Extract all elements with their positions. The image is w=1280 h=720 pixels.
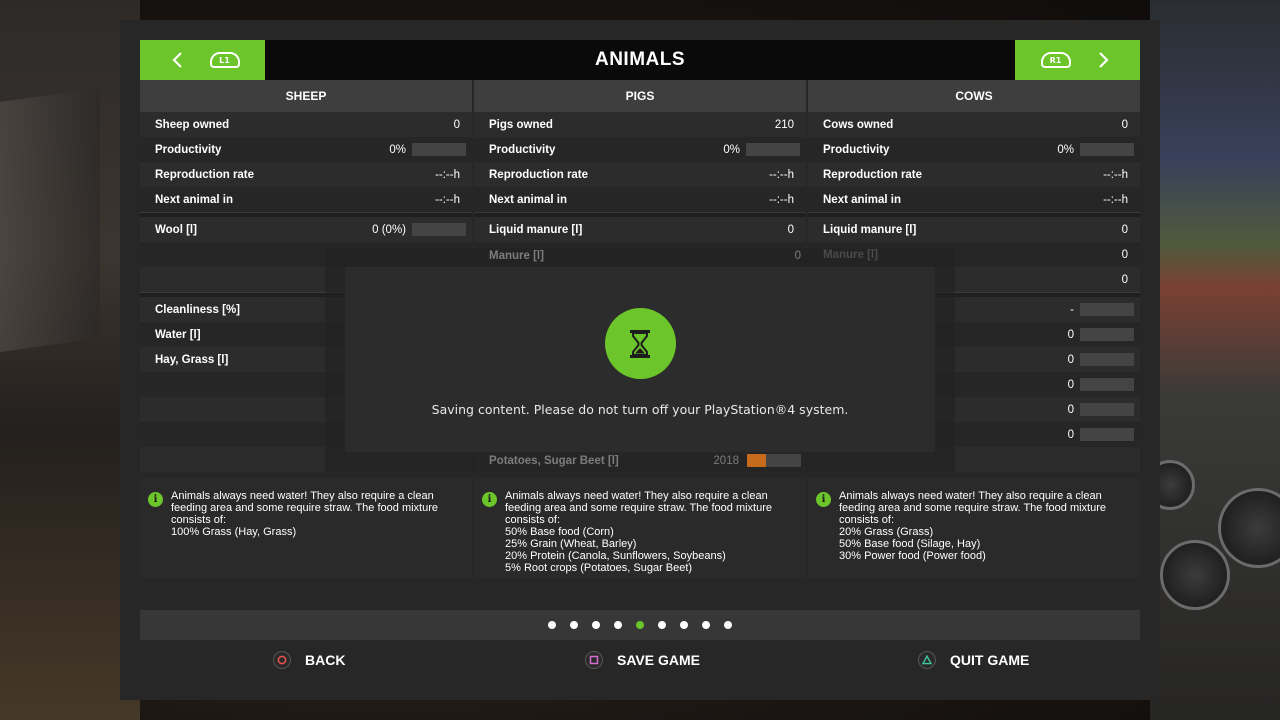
next-animal-row: Next animal in --:--h [140,187,472,212]
progress-bar [412,223,466,236]
progress-bar [1080,378,1134,391]
progress-bar [412,143,466,156]
page-dot[interactable] [702,621,710,629]
chevron-right-icon [1093,49,1115,71]
liquid-manure-row: Liquid manure [l] 0 [808,217,1140,242]
page-dot[interactable] [724,621,732,629]
background-left [0,0,140,720]
page-title: ANIMALS [594,49,686,70]
square-button-icon [585,651,603,669]
cows-owned-row: Cows owned 0 [808,112,1140,137]
page-dot[interactable] [636,621,644,629]
progress-bar [746,143,800,156]
l1-button-icon: L1 [209,52,240,68]
background-right [1145,0,1280,720]
saving-dialog: Saving content. Please do not turn off y… [345,267,935,452]
productivity-row: Productivity 0% [474,137,806,162]
feeding-info: Animals always need water! They also req… [171,490,439,538]
page-dot[interactable] [592,621,600,629]
sheep-owned-row: Sheep owned 0 [140,112,472,137]
liquid-manure-row: Liquid manure [l] 0 [474,217,806,242]
saving-message: Saving content. Please do not turn off y… [431,402,849,417]
header-bar: L1 ANIMALS R1 [140,40,1140,80]
reproduction-rate-row: Reproduction rate --:--h [140,162,472,187]
pigs-owned-row: Pigs owned 210 [474,112,806,137]
info-icon: i [482,492,497,507]
page-dot[interactable] [680,621,688,629]
r1-button-icon: R1 [1040,52,1071,68]
info-panel: i Animals always need water! They also r… [808,478,1140,578]
page-indicator [140,610,1140,640]
progress-bar [1080,303,1134,316]
info-icon: i [148,492,163,507]
quit-game-button[interactable]: QUIT GAME [918,651,1029,669]
save-game-button[interactable]: SAVE GAME [585,651,700,669]
column-header: SHEEP [140,80,472,112]
reproduction-rate-row: Reproduction rate --:--h [808,162,1140,187]
gauge-icon [1218,488,1280,568]
productivity-row: Productivity 0% [808,137,1140,162]
info-panel: i Animals always need water! They also r… [474,478,806,578]
column-header: PIGS [474,80,806,112]
triangle-button-icon [918,651,936,669]
progress-bar [1080,403,1134,416]
progress-bar [1080,143,1134,156]
chevron-left-icon [166,49,188,71]
feeding-info: Animals always need water! They also req… [505,490,773,574]
next-page-button[interactable]: R1 [1015,40,1140,80]
page-dot[interactable] [570,621,578,629]
page-dot[interactable] [658,621,666,629]
progress-bar [1080,328,1134,341]
hourglass-icon [604,308,676,379]
info-icon: i [816,492,831,507]
column-header: COWS [808,80,1140,112]
progress-bar [747,454,801,467]
circle-button-icon [273,651,291,669]
next-animal-row: Next animal in --:--h [808,187,1140,212]
reproduction-rate-row: Reproduction rate --:--h [474,162,806,187]
info-panel: i Animals always need water! They also r… [140,478,472,578]
feeding-info: Animals always need water! They also req… [839,490,1107,562]
productivity-row: Productivity 0% [140,137,472,162]
prev-page-button[interactable]: L1 [140,40,265,80]
next-animal-row: Next animal in --:--h [474,187,806,212]
page-dot[interactable] [614,621,622,629]
wool-row: Wool [l] 0 (0%) [140,217,472,242]
manure-row: Manure [l] 0 [489,249,801,262]
progress-bar [1080,428,1134,441]
footer-bar: BACK SAVE GAME QUIT GAME [140,640,1140,680]
page-dot[interactable] [548,621,556,629]
progress-bar [1080,353,1134,366]
gauge-icon [1160,540,1230,610]
back-button[interactable]: BACK [273,651,345,669]
